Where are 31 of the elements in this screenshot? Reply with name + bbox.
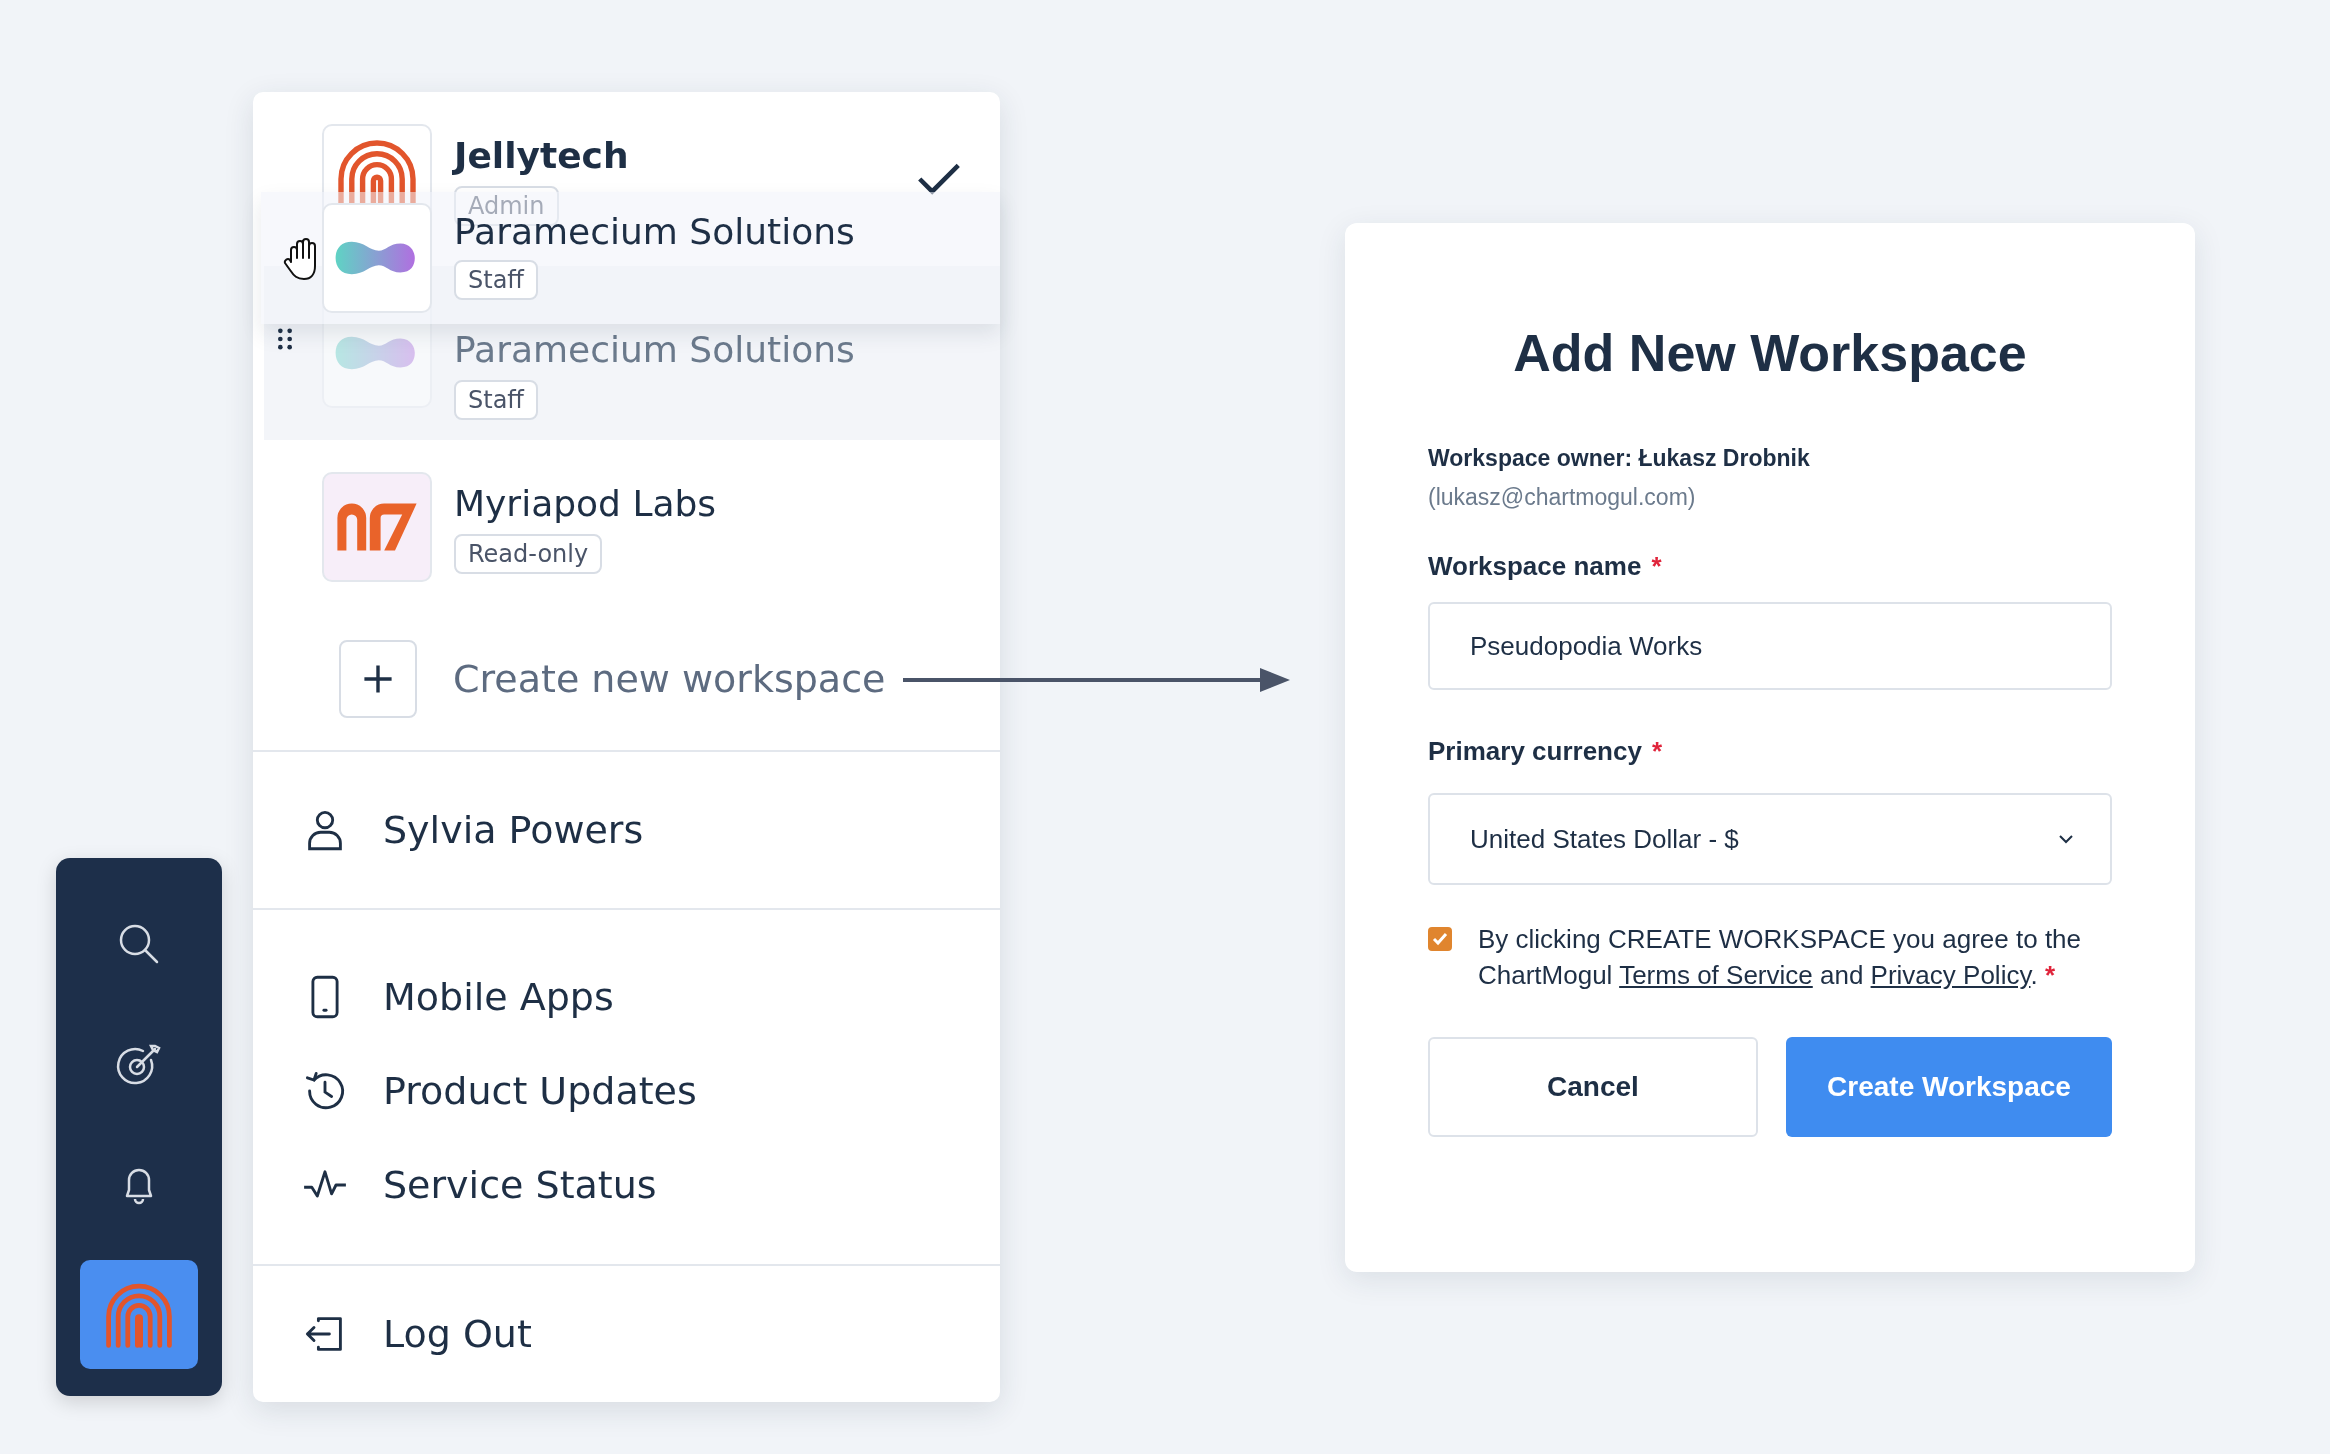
create-workspace-item[interactable]: Create new workspace (339, 640, 1000, 718)
menu-link[interactable]: Product Updates (303, 1044, 1000, 1138)
agree-checkbox[interactable] (1428, 927, 1452, 951)
role-badge: Read-only (454, 534, 603, 574)
check-icon (916, 162, 962, 196)
dialog-title: Add New Workspace (1512, 323, 2028, 383)
terms-link[interactable]: Terms of Service (1619, 960, 1813, 990)
workspace-name-field[interactable]: Pseudopodia Works (1428, 602, 2112, 690)
field-label: Workspace name (1428, 551, 1642, 582)
chevron-down-icon (2058, 834, 2074, 844)
profile-item[interactable]: Sylvia Powers (303, 783, 1000, 877)
field-label: Primary currency (1428, 736, 1642, 767)
privacy-link[interactable]: Privacy Policy (1870, 960, 2031, 990)
menu-link[interactable]: Mobile Apps (303, 950, 1000, 1044)
cancel-button[interactable]: Cancel (1428, 1037, 1758, 1137)
agreement-text: By clicking CREATE WORKSPACE you agree to the ChartMogul Terms of Service and Privacy Policy. * (1478, 923, 2083, 992)
required-mark: * (1651, 736, 1663, 767)
workspace-name[interactable]: Paramecium Solutions (454, 326, 855, 374)
role-badge: Staff (454, 260, 538, 300)
role-badge: Staff (454, 380, 538, 420)
logout-item[interactable]: Log Out (303, 1287, 1000, 1381)
menu-link[interactable]: Service Status (303, 1138, 1000, 1232)
required-mark: * (1651, 551, 1662, 582)
owner-label: Workspace owner: Łukasz Drobnik (1428, 445, 1811, 472)
drag-handle-icon (278, 328, 292, 350)
currency-select[interactable]: United States Dollar - $ (1428, 793, 2112, 885)
workspace-name[interactable]: Jellytech (454, 132, 629, 180)
owner-email: (lukasz@chartmogul.com) (1428, 484, 1697, 511)
plus-icon (339, 640, 417, 718)
workspace-name[interactable]: Myriapod Labs (454, 480, 717, 528)
required-mark: * (2044, 960, 2056, 990)
